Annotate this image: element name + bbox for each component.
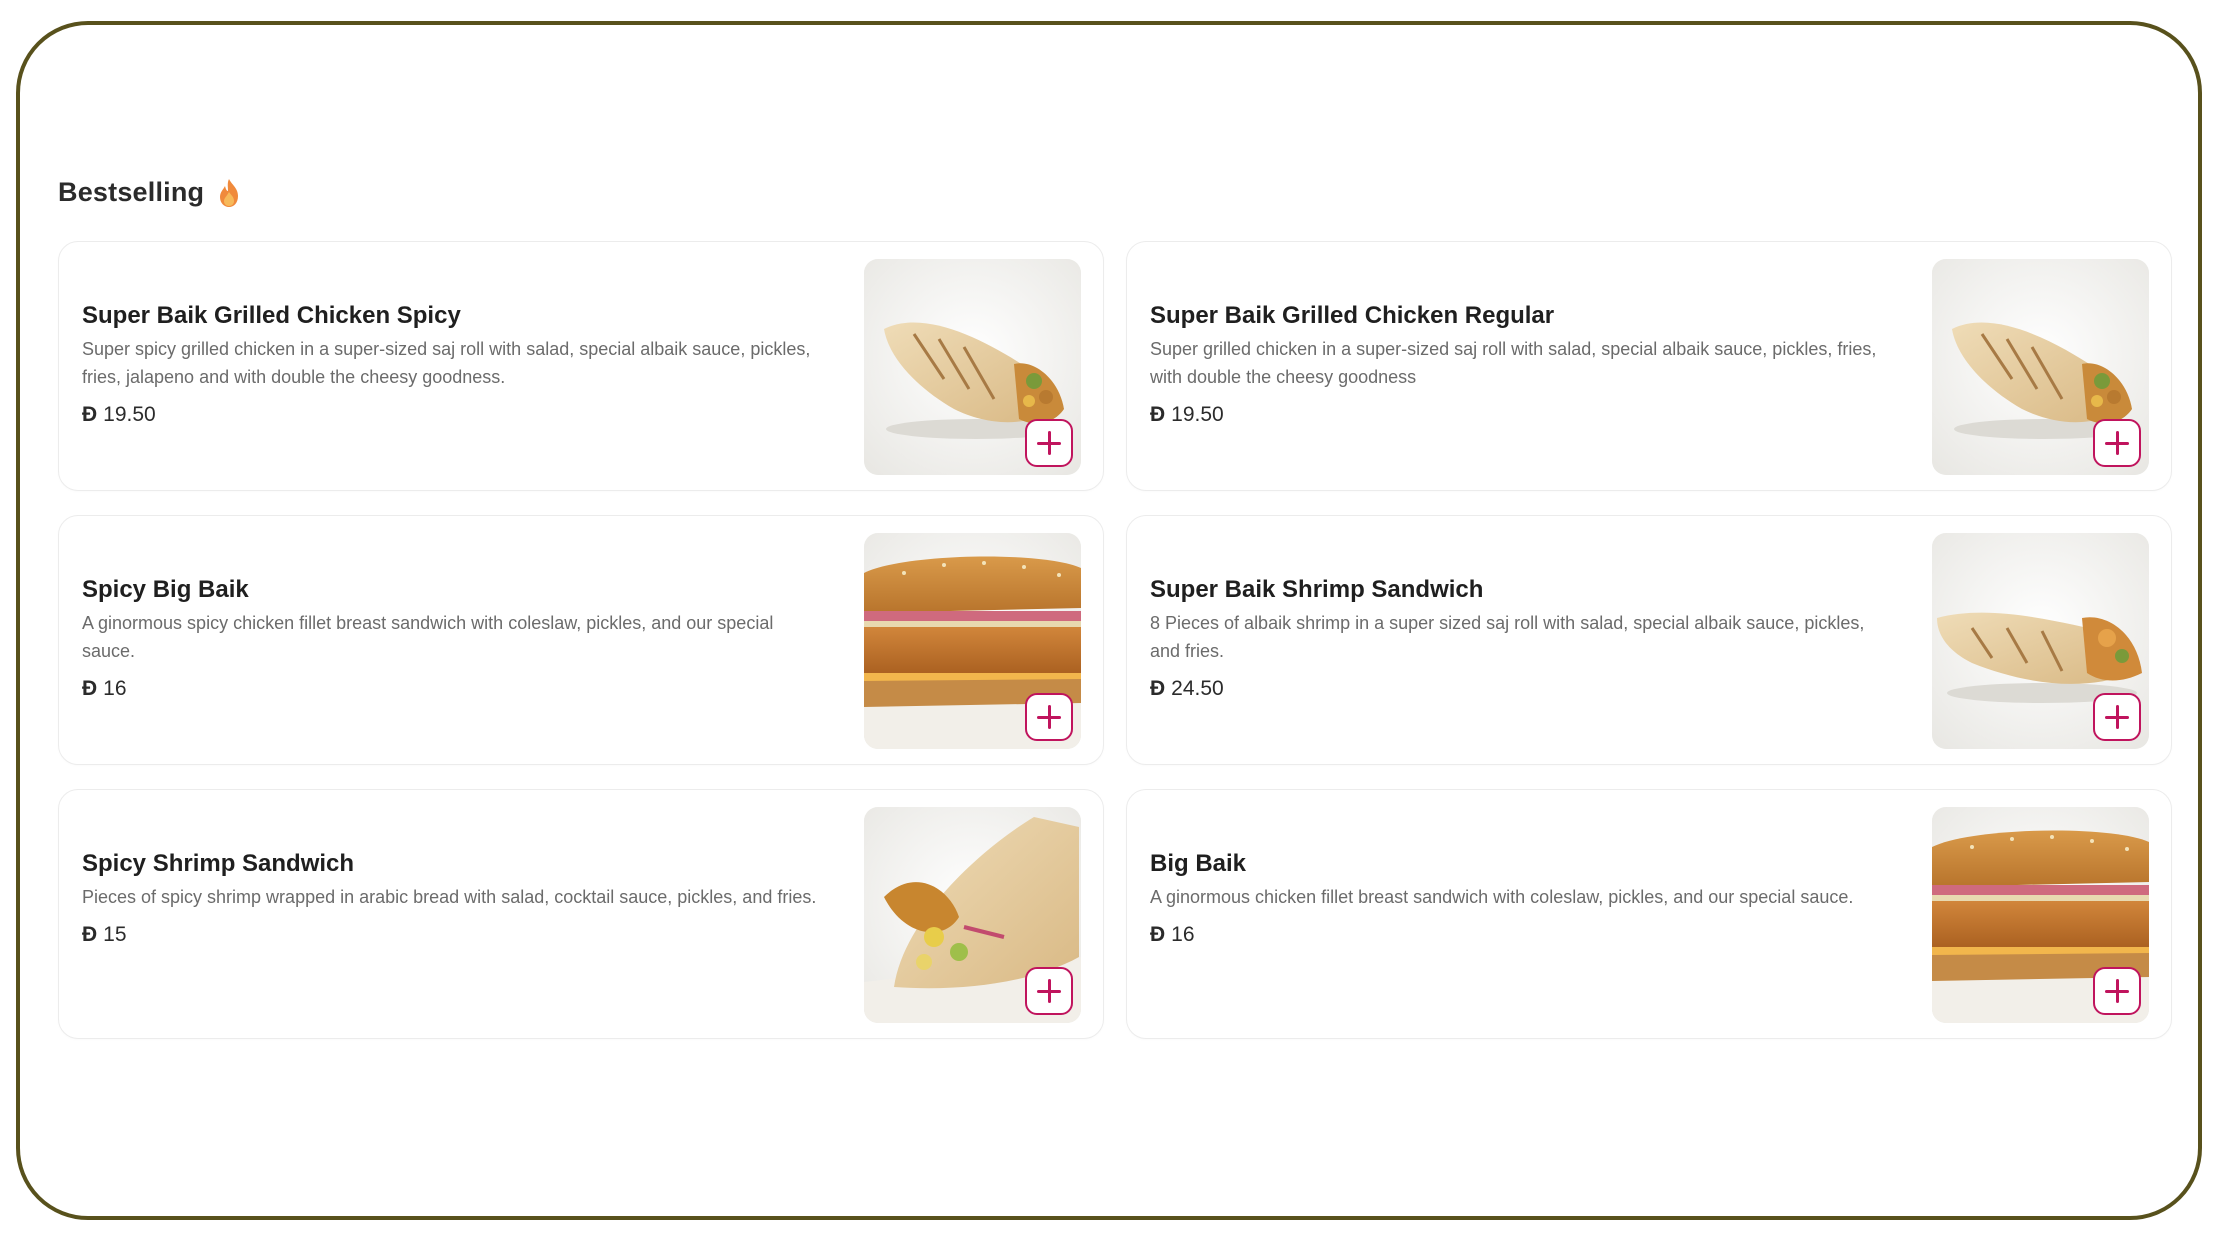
currency-icon: Ð bbox=[82, 677, 98, 700]
currency-icon: Ð bbox=[1150, 923, 1166, 946]
price-value: 19.50 bbox=[103, 403, 156, 426]
product-card[interactable]: Big Baik A ginormous chicken fillet brea… bbox=[1126, 789, 2172, 1039]
currency-icon: Ð bbox=[1150, 677, 1166, 700]
grilled-chicken-wrap-image[interactable] bbox=[1932, 259, 2149, 475]
product-info: Super Baik Grilled Chicken Spicy Super s… bbox=[82, 301, 822, 427]
add-to-cart-button[interactable] bbox=[1025, 967, 1073, 1015]
app-frame: Bestselling Super Baik Grilled Chicken S… bbox=[16, 21, 2202, 1220]
product-card[interactable]: Super Baik Grilled Chicken Spicy Super s… bbox=[58, 241, 1104, 491]
price-value: 19.50 bbox=[1171, 403, 1224, 426]
plus-icon bbox=[1037, 705, 1061, 729]
product-price: Ð 19.50 bbox=[1150, 403, 1890, 427]
product-description: Super spicy grilled chicken in a super-s… bbox=[82, 339, 811, 387]
currency-icon: Ð bbox=[82, 403, 98, 426]
price-value: 15 bbox=[103, 923, 127, 946]
add-to-cart-button[interactable] bbox=[1025, 693, 1073, 741]
product-name: Super Baik Grilled Chicken Spicy bbox=[82, 302, 461, 329]
product-price: Ð 15 bbox=[82, 923, 822, 947]
add-to-cart-button[interactable] bbox=[1025, 419, 1073, 467]
product-card[interactable]: Super Baik Shrimp Sandwich 8 Pieces of a… bbox=[1126, 515, 2172, 765]
product-name: Super Baik Shrimp Sandwich bbox=[1150, 576, 1484, 603]
product-price: Ð 16 bbox=[82, 677, 822, 701]
product-description: A ginormous chicken fillet breast sandwi… bbox=[1150, 887, 1854, 907]
product-card[interactable]: Spicy Shrimp Sandwich Pieces of spicy sh… bbox=[58, 789, 1104, 1039]
product-name: Big Baik bbox=[1150, 850, 1247, 877]
product-info: Big Baik A ginormous chicken fillet brea… bbox=[1150, 849, 1890, 947]
grilled-chicken-wrap-image[interactable] bbox=[864, 259, 1081, 475]
plus-icon bbox=[1037, 431, 1061, 455]
product-description: A ginormous spicy chicken fillet breast … bbox=[82, 613, 774, 661]
price-value: 16 bbox=[1171, 923, 1195, 946]
product-info: Super Baik Shrimp Sandwich 8 Pieces of a… bbox=[1150, 575, 1890, 701]
chicken-fillet-sandwich-image[interactable] bbox=[1932, 807, 2149, 1023]
section-header: Bestselling bbox=[58, 177, 240, 208]
currency-icon: Ð bbox=[82, 923, 98, 946]
product-info: Super Baik Grilled Chicken Regular Super… bbox=[1150, 301, 1890, 427]
shrimp-saj-roll-image[interactable] bbox=[1932, 533, 2149, 749]
plus-icon bbox=[2105, 705, 2129, 729]
product-description: 8 Pieces of albaik shrimp in a super siz… bbox=[1150, 613, 1865, 661]
flame-icon bbox=[220, 178, 239, 207]
add-to-cart-button[interactable] bbox=[2093, 967, 2141, 1015]
product-info: Spicy Big Baik A ginormous spicy chicken… bbox=[82, 575, 822, 701]
product-description: Super grilled chicken in a super-sized s… bbox=[1150, 339, 1877, 387]
product-price: Ð 24.50 bbox=[1150, 677, 1890, 701]
section-title: Bestselling bbox=[58, 177, 205, 207]
price-value: 16 bbox=[103, 677, 127, 700]
product-name: Super Baik Grilled Chicken Regular bbox=[1150, 302, 1555, 329]
plus-icon bbox=[1037, 979, 1061, 1003]
product-info: Spicy Shrimp Sandwich Pieces of spicy sh… bbox=[82, 849, 822, 947]
plus-icon bbox=[2105, 431, 2129, 455]
product-name: Spicy Big Baik bbox=[82, 576, 249, 603]
product-price: Ð 16 bbox=[1150, 923, 1890, 947]
product-description: Pieces of spicy shrimp wrapped in arabic… bbox=[82, 887, 817, 907]
plus-icon bbox=[2105, 979, 2129, 1003]
chicken-fillet-sandwich-image[interactable] bbox=[864, 533, 1081, 749]
product-name: Spicy Shrimp Sandwich bbox=[82, 850, 355, 877]
currency-icon: Ð bbox=[1150, 403, 1166, 426]
price-value: 24.50 bbox=[1171, 677, 1224, 700]
product-grid: Super Baik Grilled Chicken Spicy Super s… bbox=[58, 241, 2172, 1039]
add-to-cart-button[interactable] bbox=[2093, 419, 2141, 467]
add-to-cart-button[interactable] bbox=[2093, 693, 2141, 741]
product-card[interactable]: Spicy Big Baik A ginormous spicy chicken… bbox=[58, 515, 1104, 765]
product-price: Ð 19.50 bbox=[82, 403, 822, 427]
product-card[interactable]: Super Baik Grilled Chicken Regular Super… bbox=[1126, 241, 2172, 491]
shrimp-wrap-image[interactable] bbox=[864, 807, 1081, 1023]
